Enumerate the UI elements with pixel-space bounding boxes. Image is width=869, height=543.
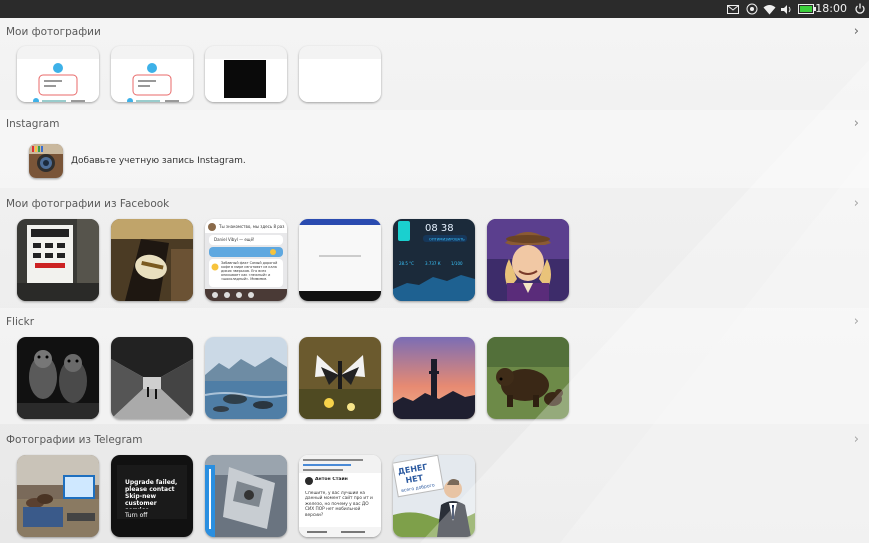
- volume-icon[interactable]: [779, 2, 793, 16]
- section-title[interactable]: Мои фотографии: [6, 26, 101, 38]
- section-instagram: Instagram › Добавьте учетную запись Inst…: [0, 110, 869, 188]
- photo-thumbnail[interactable]: [17, 219, 99, 301]
- photo-thumbnail[interactable]: [299, 46, 381, 102]
- battery-icon[interactable]: [797, 2, 817, 16]
- tile-stat: 1/100: [451, 261, 463, 266]
- power-icon[interactable]: [853, 2, 867, 16]
- photo-thumbnail[interactable]: [111, 46, 193, 102]
- photo-thumbnail[interactable]: ДЕНЕГ НЕТ всего доброго: [393, 455, 475, 537]
- tile-text: Забавный факт Самый дорогой кофе в мире …: [221, 261, 278, 282]
- status-bar: 18:00: [0, 0, 869, 18]
- instagram-logo-icon[interactable]: [29, 144, 63, 178]
- tile-caption: Daniel Vibyl — ещё!: [214, 237, 255, 242]
- photos-scope: Мои фотографии › Instagram › Добавьте уч…: [0, 18, 869, 543]
- tile-text: Спешите, у вас лучший на данный момент с…: [305, 491, 373, 518]
- chevron-right-icon[interactable]: ›: [854, 432, 859, 447]
- photo-thumbnail[interactable]: [205, 455, 287, 537]
- photo-thumbnail[interactable]: [17, 455, 99, 537]
- clock[interactable]: 18:00: [815, 2, 847, 16]
- tile-stat: 3.737 К: [425, 261, 441, 266]
- tile-button-label: ОПТИМИЗИРОВАТЬ: [429, 238, 465, 242]
- photo-thumbnail[interactable]: 08 38 ОПТИМИЗИРОВАТЬ 28.5 °C 3.737 К 1/100: [393, 219, 475, 301]
- chevron-right-icon[interactable]: ›: [854, 24, 859, 39]
- section-telegram: Фотографии из Telegram › Upgrade failed,…: [0, 426, 869, 543]
- photo-thumbnail[interactable]: [299, 337, 381, 419]
- photo-thumbnail[interactable]: Антон Стайн Спешите, у вас лучший на данн…: [299, 455, 381, 537]
- photo-thumbnail[interactable]: [487, 337, 569, 419]
- wifi-icon[interactable]: [762, 2, 776, 16]
- section-facebook: Мои фотографии из Facebook › Ты знакомст…: [0, 190, 869, 306]
- photo-thumbnail[interactable]: [393, 337, 475, 419]
- tile-text: Upgrade failed, please contact Skip-new …: [125, 479, 178, 509]
- section-flickr: Flickr ›: [0, 308, 869, 424]
- photo-thumbnail[interactable]: [299, 219, 381, 301]
- tile-caption: Ты знакомство, мы здесь 8 раз: [218, 224, 284, 229]
- tile-stat: 28.5 °C: [399, 261, 414, 266]
- tile-clock: 08 38: [425, 223, 454, 234]
- instagram-add-account-label[interactable]: Добавьте учетную запись Instagram.: [71, 156, 246, 166]
- mail-icon[interactable]: [726, 2, 740, 16]
- tile-button-label: Turn off: [124, 512, 148, 519]
- section-title[interactable]: Фотографии из Telegram: [6, 434, 142, 446]
- section-title[interactable]: Instagram: [6, 118, 59, 130]
- section-my-photos: Мои фотографии ›: [0, 18, 869, 108]
- photo-thumbnail[interactable]: [487, 219, 569, 301]
- photo-thumbnail[interactable]: Upgrade failed, please contact Skip-new …: [111, 455, 193, 537]
- photo-thumbnail[interactable]: [17, 46, 99, 102]
- chevron-right-icon[interactable]: ›: [854, 314, 859, 329]
- photo-thumbnail[interactable]: [111, 219, 193, 301]
- photo-thumbnail[interactable]: [111, 337, 193, 419]
- photo-thumbnail[interactable]: [17, 337, 99, 419]
- section-title[interactable]: Мои фотографии из Facebook: [6, 198, 169, 210]
- chevron-right-icon[interactable]: ›: [854, 116, 859, 131]
- section-title[interactable]: Flickr: [6, 316, 34, 328]
- tile-text: Антон Стайн: [315, 477, 348, 482]
- photo-thumbnail[interactable]: [205, 46, 287, 102]
- photo-thumbnail[interactable]: Ты знакомство, мы здесь 8 раз Daniel Viby…: [205, 219, 287, 301]
- photo-thumbnail[interactable]: [205, 337, 287, 419]
- chevron-right-icon[interactable]: ›: [854, 196, 859, 211]
- location-icon[interactable]: [745, 2, 759, 16]
